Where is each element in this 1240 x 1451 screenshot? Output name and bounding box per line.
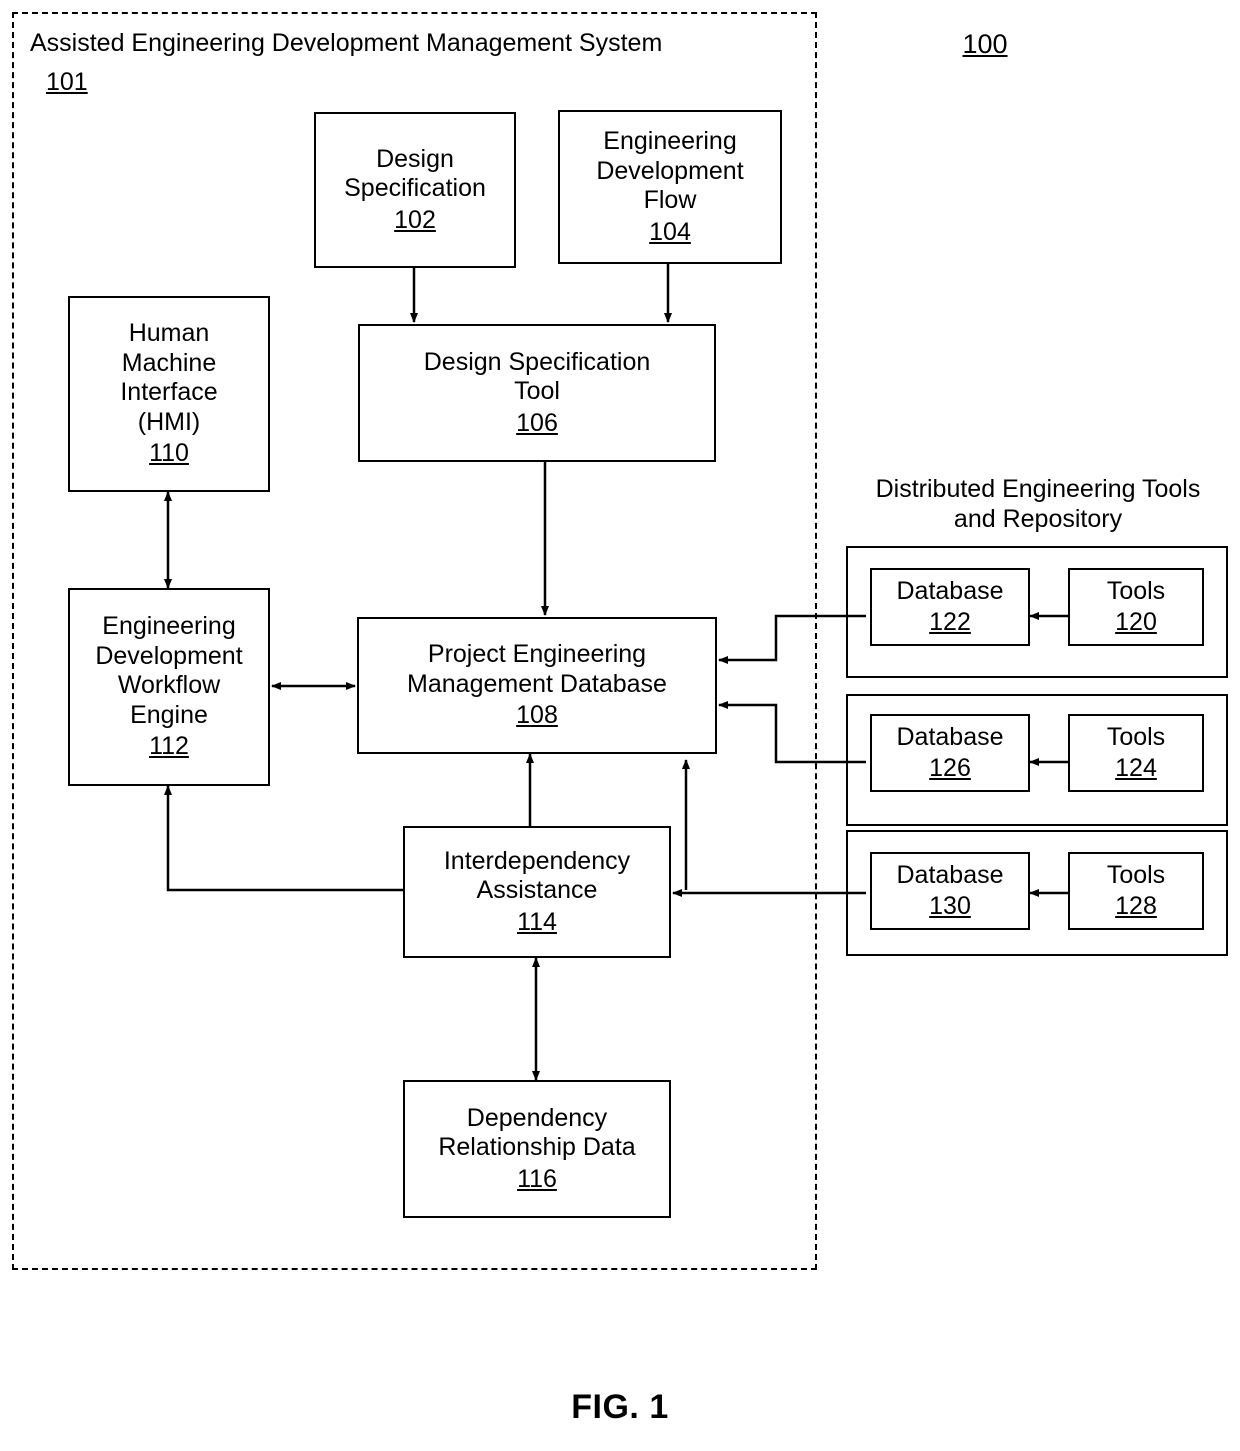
- distributed-group-title: Distributed Engineering Tools and Reposi…: [852, 474, 1224, 534]
- block-database-122-label: Database: [896, 576, 1004, 605]
- block-database-130-label: Database: [896, 860, 1004, 889]
- block-workflow-engine-line1: Engineering: [102, 612, 236, 641]
- block-interdependency-line2: Assistance: [476, 876, 598, 905]
- block-tools-124-label: Tools: [1106, 722, 1166, 751]
- block-database-130-ref: 130: [929, 892, 971, 920]
- block-design-specification-tool-line1: Design Specification: [423, 347, 651, 376]
- block-engineering-development-workflow-engine: Engineering Development Workflow Engine …: [68, 588, 270, 786]
- block-hmi-line1: Human: [128, 319, 210, 348]
- figure-system-ref: 100: [962, 29, 1008, 59]
- block-design-specification-line1: Design: [376, 144, 454, 173]
- block-interdependency-assistance: Interdependency Assistance 114: [403, 826, 671, 958]
- block-tools-120-label: Tools: [1106, 576, 1166, 605]
- block-hmi-line4: (HMI): [137, 407, 201, 436]
- block-database-126: Database 126: [870, 714, 1030, 792]
- block-tools-120: Tools 120: [1068, 568, 1204, 646]
- block-tools-128-ref: 128: [1115, 892, 1157, 920]
- block-tools-128-label: Tools: [1106, 860, 1166, 889]
- block-database-122: Database 122: [870, 568, 1030, 646]
- block-interdependency-line1: Interdependency: [443, 846, 631, 875]
- figure-page: Assisted Engineering Development Managem…: [0, 0, 1240, 1451]
- block-design-specification-tool-ref: 106: [516, 408, 558, 437]
- block-drd-line1: Dependency: [466, 1103, 608, 1132]
- distributed-group-title-line1: Distributed Engineering Tools: [875, 475, 1201, 503]
- block-human-machine-interface: Human Machine Interface (HMI) 110: [68, 296, 270, 492]
- block-workflow-engine-ref: 112: [149, 732, 189, 761]
- block-hmi-line3: Interface: [120, 378, 218, 407]
- figure-caption: FIG. 1: [571, 1388, 669, 1426]
- block-pemd-line1: Project Engineering: [427, 640, 647, 669]
- block-workflow-engine-line2: Development: [95, 641, 243, 670]
- block-workflow-engine-line3: Workflow: [117, 671, 221, 700]
- block-engineering-development-flow: Engineering Development Flow 104: [558, 110, 782, 264]
- system-title: Assisted Engineering Development Managem…: [30, 29, 663, 57]
- block-engineering-development-flow-line3: Flow: [643, 186, 697, 214]
- block-design-specification-line2: Specification: [344, 174, 486, 203]
- block-database-130: Database 130: [870, 852, 1030, 930]
- block-tools-124: Tools 124: [1068, 714, 1204, 792]
- block-tools-120-ref: 120: [1115, 608, 1157, 636]
- block-database-122-ref: 122: [929, 608, 971, 636]
- block-engineering-development-flow-ref: 104: [649, 217, 691, 246]
- block-hmi-ref: 110: [149, 439, 189, 468]
- block-pemd-line2: Management Database: [407, 669, 667, 698]
- block-pemd-ref: 108: [516, 701, 558, 730]
- block-drd-line2: Relationship Data: [438, 1133, 636, 1162]
- block-dependency-relationship-data: Dependency Relationship Data 116: [403, 1080, 671, 1218]
- block-design-specification-ref: 102: [394, 205, 436, 234]
- block-project-engineering-management-database: Project Engineering Management Database …: [357, 617, 717, 754]
- block-tools-124-ref: 124: [1115, 754, 1157, 782]
- block-database-126-ref: 126: [929, 754, 971, 782]
- block-tools-128: Tools 128: [1068, 852, 1204, 930]
- distributed-group-title-line2: and Repository: [953, 505, 1123, 533]
- block-hmi-line2: Machine: [121, 348, 217, 377]
- block-engineering-development-flow-line2: Development: [596, 156, 744, 185]
- block-interdependency-ref: 114: [517, 907, 557, 936]
- block-drd-ref: 116: [517, 1164, 557, 1193]
- system-ref: 101: [46, 68, 88, 97]
- block-workflow-engine-line4: Engine: [130, 700, 208, 729]
- block-database-126-label: Database: [896, 722, 1004, 751]
- block-design-specification-tool-line2: Tool: [514, 377, 560, 406]
- block-engineering-development-flow-line1: Engineering: [603, 127, 737, 155]
- block-design-specification-tool: Design Specification Tool 106: [358, 324, 716, 462]
- block-design-specification: Design Specification 102: [314, 112, 516, 268]
- system-title-container: Assisted Engineering Development Managem…: [30, 28, 800, 99]
